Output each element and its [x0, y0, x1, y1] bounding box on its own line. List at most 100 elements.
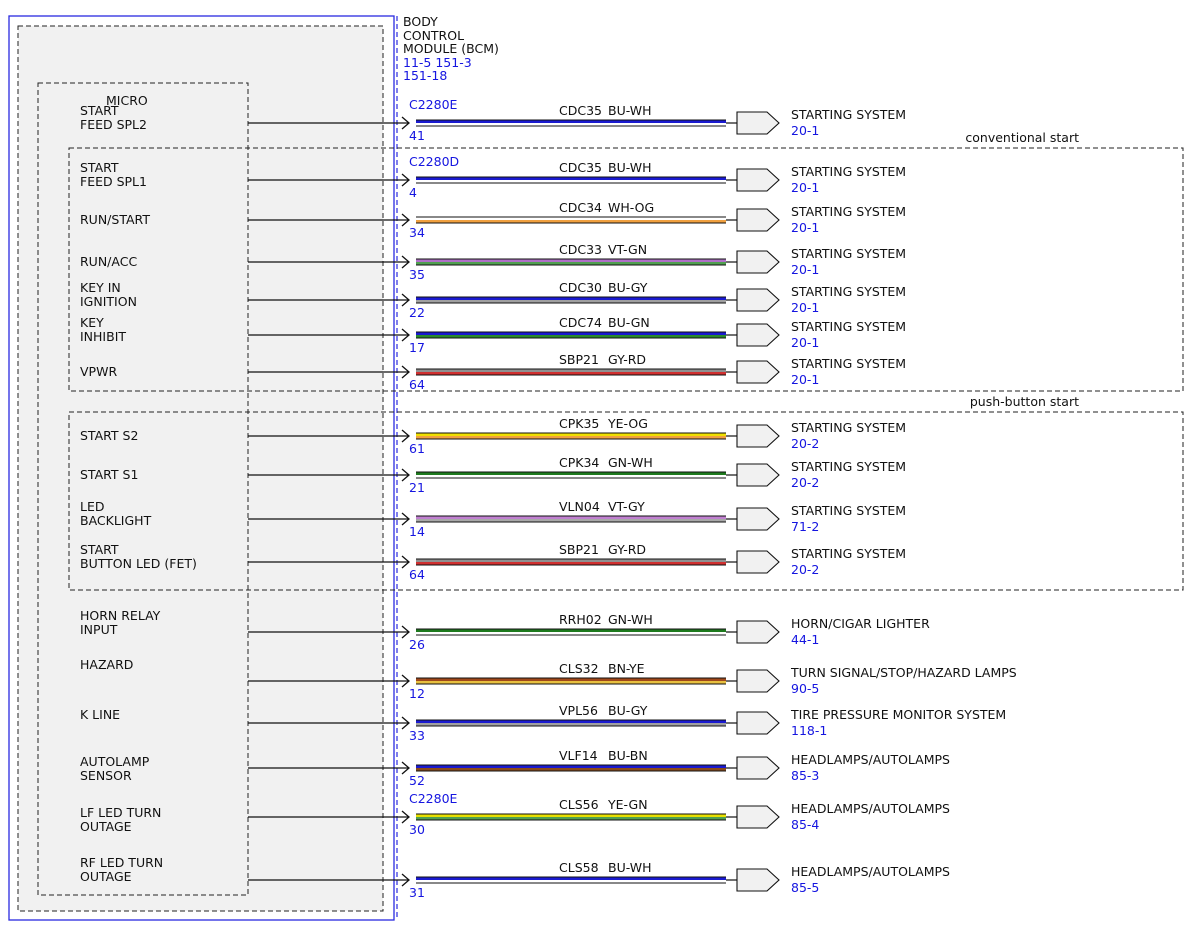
pin-number: 4 [409, 185, 417, 200]
wire-color-code: YE-GN [607, 797, 648, 812]
destination-label: HEADLAMPS/AUTOLAMPS [791, 864, 950, 879]
wire-stripe-color [416, 562, 726, 565]
destination-arrow-icon [736, 111, 780, 135]
circuit-id: RRH02 [559, 612, 602, 627]
wire-stripe-color [416, 768, 726, 771]
pin-number: 22 [409, 305, 425, 320]
destination-arrow-icon [736, 620, 780, 644]
signal-label: FEED SPL2 [80, 117, 147, 132]
connector-id: C2280E [409, 791, 458, 806]
wire-color-code: BU-GY [608, 280, 648, 295]
destination-label: HEADLAMPS/AUTOLAMPS [791, 801, 950, 816]
wire-color-code: VT-GY [608, 499, 645, 514]
wire-stripe-color [416, 372, 726, 375]
destination-page-ref: 20-1 [791, 180, 819, 195]
wire-base-color [416, 217, 726, 220]
signal-label: RUN/ACC [80, 254, 137, 269]
circuit-id: VPL56 [559, 703, 598, 718]
pin-number: 21 [409, 480, 425, 495]
wire-stripe-color [416, 262, 726, 265]
destination-arrow-icon [736, 868, 780, 892]
wire-color-code: BU-GY [608, 703, 648, 718]
circuit-id: CLS56 [559, 797, 599, 812]
module-title-line-1: BODY [403, 14, 438, 29]
signal-label: START S2 [80, 428, 138, 443]
signal-label: OUTAGE [80, 869, 132, 884]
signal-label: START [80, 103, 119, 118]
destination-page-ref: 20-2 [791, 436, 819, 451]
pin-number: 31 [409, 885, 425, 900]
wire-stripe-color [416, 817, 726, 820]
signal-label: HAZARD [80, 657, 133, 672]
circuit-id: CPK35 [559, 416, 599, 431]
circuit-id: CDC35 [559, 160, 602, 175]
circuit-id: CPK34 [559, 455, 599, 470]
wire-stripe-color [416, 335, 726, 338]
wire-stripe-color [416, 436, 726, 439]
destination-page-ref: 85-5 [791, 880, 819, 895]
pin-number: 52 [409, 773, 425, 788]
wire-color-code: BU-WH [608, 160, 652, 175]
destination-label: STARTING SYSTEM [791, 459, 906, 474]
destination-page-ref: 20-2 [791, 562, 819, 577]
signal-label: INHIBIT [80, 329, 126, 344]
pin-number: 12 [409, 686, 425, 701]
pin-number: 17 [409, 340, 425, 355]
wire-stripe-color [416, 123, 726, 126]
bcm-wiring-diagram: BODY CONTROL MODULE (BCM) 11-5 151-3 151… [8, 14, 1184, 921]
circuit-id: CDC34 [559, 200, 602, 215]
destination-page-ref: 90-5 [791, 681, 819, 696]
wire-color-code: VT-GN [608, 242, 647, 257]
signal-label: START S1 [80, 467, 138, 482]
destination-arrow-icon [736, 805, 780, 829]
destination-label: STARTING SYSTEM [791, 204, 906, 219]
destination-label: STARTING SYSTEM [791, 284, 906, 299]
signal-label: FEED SPL1 [80, 174, 147, 189]
circuit-id: VLN04 [559, 499, 600, 514]
wire-stripe-color [416, 475, 726, 478]
destination-page-ref: 20-2 [791, 475, 819, 490]
destination-label: STARTING SYSTEM [791, 107, 906, 122]
wire-stripe-color [416, 681, 726, 684]
destination-arrow-icon [736, 424, 780, 448]
destination-arrow-icon [736, 550, 780, 574]
signal-label: VPWR [80, 364, 117, 379]
destination-label: HORN/CIGAR LIGHTER [791, 616, 930, 631]
wire-base-color [416, 177, 726, 180]
destination-arrow-icon [736, 463, 780, 487]
wire-color-code: GN-WH [608, 455, 653, 470]
wire-base-color [416, 678, 726, 681]
destination-page-ref: 44-1 [791, 632, 819, 647]
circuit-id: CDC74 [559, 315, 602, 330]
pin-number: 34 [409, 225, 425, 240]
wire-stripe-color [416, 519, 726, 522]
destination-label: TURN SIGNAL/STOP/HAZARD LAMPS [790, 665, 1017, 680]
circuit-id: CLS58 [559, 860, 599, 875]
pin-number: 30 [409, 822, 425, 837]
destination-label: STARTING SYSTEM [791, 164, 906, 179]
signal-label: KEY [80, 315, 104, 330]
destination-label: STARTING SYSTEM [791, 420, 906, 435]
circuit-id: CDC30 [559, 280, 602, 295]
destination-page-ref: 118-1 [791, 723, 827, 738]
module-title-line-3: MODULE (BCM) [403, 41, 499, 56]
destination-label: STARTING SYSTEM [791, 356, 906, 371]
group-label-push-button-start: push-button start [970, 394, 1079, 409]
wire-color-code: GY-RD [608, 352, 646, 367]
signal-label: KEY IN [80, 280, 121, 295]
wire-color-code: GY-RD [608, 542, 646, 557]
signal-label: RF LED TURN [80, 855, 163, 870]
wire-stripe-color [416, 632, 726, 635]
wire-color-code: BN-YE [608, 661, 645, 676]
wire-color-code: YE-OG [607, 416, 648, 431]
pin-number: 61 [409, 441, 425, 456]
wire-stripe-color [416, 880, 726, 883]
destination-arrow-icon [736, 208, 780, 232]
wire-base-color [416, 472, 726, 475]
destination-page-ref: 20-1 [791, 335, 819, 350]
wire-color-code: GN-WH [608, 612, 653, 627]
destination-arrow-icon [736, 288, 780, 312]
destination-arrow-icon [736, 711, 780, 735]
destination-label: HEADLAMPS/AUTOLAMPS [791, 752, 950, 767]
signal-label: RUN/START [80, 212, 150, 227]
